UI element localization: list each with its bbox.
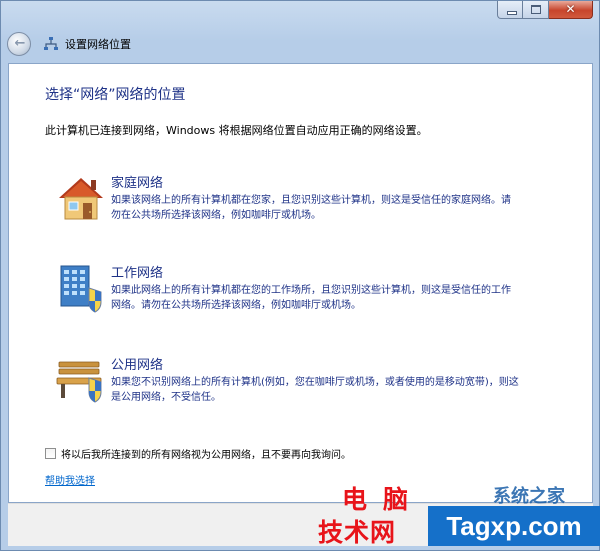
close-icon: ✕ <box>565 2 576 16</box>
option-public-network[interactable]: 公用网络 如果您不识别网络上的所有计算机(例如，您在咖啡厅或机场，或者使用的是移… <box>55 354 535 424</box>
option-description: 如果此网络上的所有计算机都在您的工作场所，且您识别这些计算机，则这是受信任的工作… <box>111 285 511 311</box>
park-bench-icon <box>56 361 102 403</box>
watermark-brand: 系统之家 <box>493 486 565 507</box>
page-heading: 选择“网络”网络的位置 <box>45 87 186 103</box>
network-location-window: ✕ ← 设置网络位置 选择“网络”网络的位置 此计算机已连接到网络，Window… <box>0 0 600 551</box>
minimize-button[interactable] <box>497 1 523 19</box>
house-icon <box>59 178 103 220</box>
network-icon <box>44 37 58 50</box>
window-title: 设置网络位置 <box>65 38 131 51</box>
office-building-icon <box>60 265 102 313</box>
public-default-checkbox[interactable] <box>45 448 56 459</box>
content-panel: 选择“网络”网络的位置 此计算机已连接到网络，Windows 将根据网络位置自动… <box>8 63 593 503</box>
watermark: 电脑 技术网 系统之家 Tagxp.com <box>318 480 600 551</box>
public-default-checkbox-row[interactable]: 将以后我所连接到的所有网络视为公用网络，且不要再向我询问。 <box>45 446 351 461</box>
close-button[interactable]: ✕ <box>549 1 593 19</box>
option-work-network[interactable]: 工作网络 如果此网络上的所有计算机都在您的工作场所，且您识别这些计算机，则这是受… <box>55 262 535 332</box>
option-title: 家庭网络 <box>111 176 164 191</box>
option-title: 公用网络 <box>111 358 164 373</box>
back-button[interactable]: ← <box>7 32 31 56</box>
option-description: 如果该网络上的所有计算机都在您家，且您识别这些计算机，则这是受信任的家庭网络。请… <box>111 195 511 221</box>
checkbox-label: 将以后我所连接到的所有网络视为公用网络，且不要再向我询问。 <box>61 450 351 461</box>
minimize-icon <box>507 11 517 15</box>
intro-text: 此计算机已连接到网络，Windows 将根据网络位置自动应用正确的网络设置。 <box>45 124 428 137</box>
watermark-text-top: 电脑 <box>342 485 425 514</box>
watermark-text-bottom: 技术网 <box>318 518 397 547</box>
watermark-domain: Tagxp.com <box>428 506 600 546</box>
option-description: 如果您不识别网络上的所有计算机(例如，您在咖啡厅或机场，或者使用的是移动宽带)，… <box>111 377 519 403</box>
navigation-bar: ← 设置网络位置 <box>7 29 593 59</box>
maximize-button[interactable] <box>523 1 549 19</box>
option-title: 工作网络 <box>111 266 164 281</box>
maximize-icon <box>531 5 541 14</box>
help-me-choose-link[interactable]: 帮助我选择 <box>45 472 95 487</box>
back-arrow-icon: ← <box>14 36 26 51</box>
caption-buttons: ✕ <box>497 1 593 20</box>
option-home-network[interactable]: 家庭网络 如果该网络上的所有计算机都在您家，且您识别这些计算机，则这是受信任的家… <box>55 172 535 242</box>
